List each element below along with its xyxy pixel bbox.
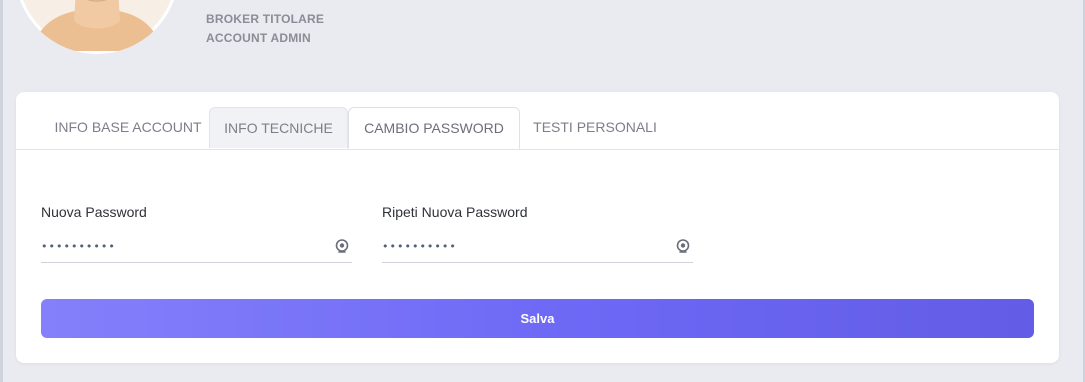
new-password-label: Nuova Password xyxy=(41,204,147,220)
new-password-field xyxy=(41,232,352,263)
repeat-password-label: Ripeti Nuova Password xyxy=(382,204,528,220)
window-left-edge xyxy=(0,0,3,382)
settings-card: INFO BASE ACCOUNT INFO TECNICHE CAMBIO P… xyxy=(16,92,1059,363)
repeat-password-field xyxy=(382,232,693,263)
new-password-input[interactable] xyxy=(41,232,321,260)
save-button[interactable]: Salva xyxy=(41,299,1034,338)
avatar xyxy=(15,0,179,54)
profile-roles: BROKER TITOLARE ACCOUNT ADMIN xyxy=(206,10,324,48)
eye-icon[interactable] xyxy=(334,238,350,254)
role-broker-titolare: BROKER TITOLARE xyxy=(206,12,325,26)
repeat-password-input[interactable] xyxy=(382,232,662,260)
tab-testi-personali[interactable]: TESTI PERSONALI xyxy=(526,107,664,148)
tab-info-base-account[interactable]: INFO BASE ACCOUNT xyxy=(34,107,222,148)
role-account-admin: ACCOUNT ADMIN xyxy=(206,31,311,45)
tab-bar: INFO BASE ACCOUNT INFO TECNICHE CAMBIO P… xyxy=(16,92,1059,150)
tab-cambio-password[interactable]: CAMBIO PASSWORD xyxy=(348,107,520,149)
avatar-illustration xyxy=(23,0,171,51)
eye-icon[interactable] xyxy=(675,238,691,254)
tab-info-tecniche[interactable]: INFO TECNICHE xyxy=(209,107,348,148)
